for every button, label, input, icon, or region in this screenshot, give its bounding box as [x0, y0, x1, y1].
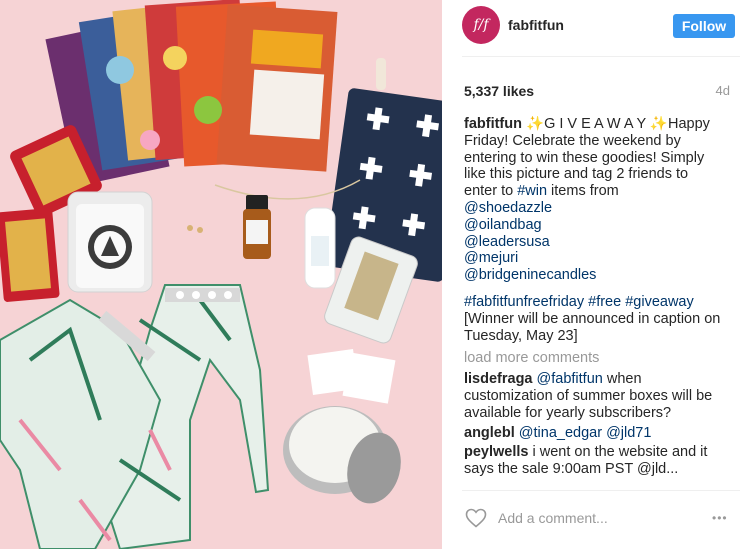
caption-line-3: entering to win these goodies! Simply: [464, 149, 705, 166]
caption-hashtags: #fabfitfunfreefriday #free #giveaway: [464, 294, 730, 311]
comment-username[interactable]: lisdefraga: [464, 371, 533, 387]
essential-oil-bottle: [243, 195, 271, 259]
post-photo[interactable]: [0, 0, 442, 549]
comment-text: when: [602, 371, 642, 388]
caption-text-1: ✨G I V E A W A Y ✨Happy: [521, 116, 710, 132]
caption-username[interactable]: fabfitfun: [464, 116, 522, 132]
hashtag-fabfitfunfreefriday[interactable]: #fabfitfunfreefriday: [464, 294, 584, 310]
comment-mention[interactable]: @tina_edgar: [519, 425, 602, 441]
caption-line-2: Friday! Celebrate the weekend by: [464, 132, 681, 149]
comment-row: lisdefraga @fabfitfun when: [464, 371, 730, 388]
comment-divider: [462, 490, 740, 491]
giveaway-flatlay-image: [0, 0, 442, 549]
comment-row: anglebl @tina_edgar @jld71: [464, 425, 730, 442]
caption-note-1: [Winner will be announced in caption on: [464, 310, 721, 327]
mention-mejuri[interactable]: @mejuri: [464, 250, 730, 267]
add-comment-input[interactable]: [498, 508, 678, 528]
caption-gap: [464, 284, 730, 294]
caption-line-1: fabfitfun ✨G I V E A W A Y ✨Happy: [464, 116, 730, 133]
post-sidebar: f/f fabfitfun Follow 5,337 likes 4d fabf…: [442, 0, 750, 549]
comment-bar: •••: [464, 506, 750, 532]
caption-note-2: Tuesday, May 23]: [464, 327, 578, 344]
mention-oilandbag[interactable]: @oilandbag: [464, 217, 730, 234]
mention-leadersusa[interactable]: @leadersusa: [464, 234, 730, 251]
earring-left: [187, 225, 193, 231]
hand-sanitizer-bottle: [304, 207, 336, 289]
likes-count[interactable]: 5,337 likes: [464, 83, 534, 99]
caption-line-4: like this picture and tag 2 friends to: [464, 166, 689, 183]
hashtag-free[interactable]: #free: [588, 294, 621, 310]
caption-text-5b: items from: [547, 183, 619, 200]
caption-text-5: enter to: [464, 183, 518, 200]
mention-shoedazzle[interactable]: @shoedazzle: [464, 200, 730, 217]
follow-button[interactable]: Follow: [673, 14, 735, 38]
post-age[interactable]: 4d: [716, 83, 730, 98]
heart-outline-icon[interactable]: [464, 506, 488, 530]
avatar[interactable]: f/f: [462, 6, 500, 44]
header-divider: [462, 56, 740, 57]
comment-mention[interactable]: @jld71: [606, 425, 651, 441]
tassel: [376, 58, 386, 90]
caption-line-5: enter to #win items from: [464, 183, 730, 200]
post-username[interactable]: fabfitfun: [508, 17, 564, 33]
comment-mention[interactable]: @fabfitfun: [537, 371, 603, 387]
comment-text-line: customization of summer boxes will be: [464, 387, 713, 404]
card-2: [342, 352, 396, 404]
comment-username[interactable]: peylwells: [464, 444, 528, 460]
mention-bridgeninecandles[interactable]: @bridgeninecandles: [464, 267, 730, 284]
comment-text-line: says the sale 9:00am PST @jld...: [464, 461, 679, 478]
hashtag-win[interactable]: #win: [517, 183, 547, 199]
more-options-icon[interactable]: •••: [712, 511, 728, 525]
comment-username[interactable]: anglebl: [464, 425, 515, 441]
post-header: f/f fabfitfun Follow: [442, 0, 750, 56]
hashtag-giveaway[interactable]: #giveaway: [625, 294, 694, 310]
comment-text-line: available for yearly subscribers?: [464, 404, 672, 421]
earring-right: [197, 227, 203, 233]
load-more-comments[interactable]: load more comments: [464, 350, 599, 367]
comment-row: peylwells i went on the website and it: [464, 444, 730, 461]
glass-candle: [67, 191, 153, 293]
comments-section: fabfitfun ✨G I V E A W A Y ✨Happy Friday…: [464, 116, 730, 488]
comment-text: i went on the website and it: [528, 444, 708, 461]
